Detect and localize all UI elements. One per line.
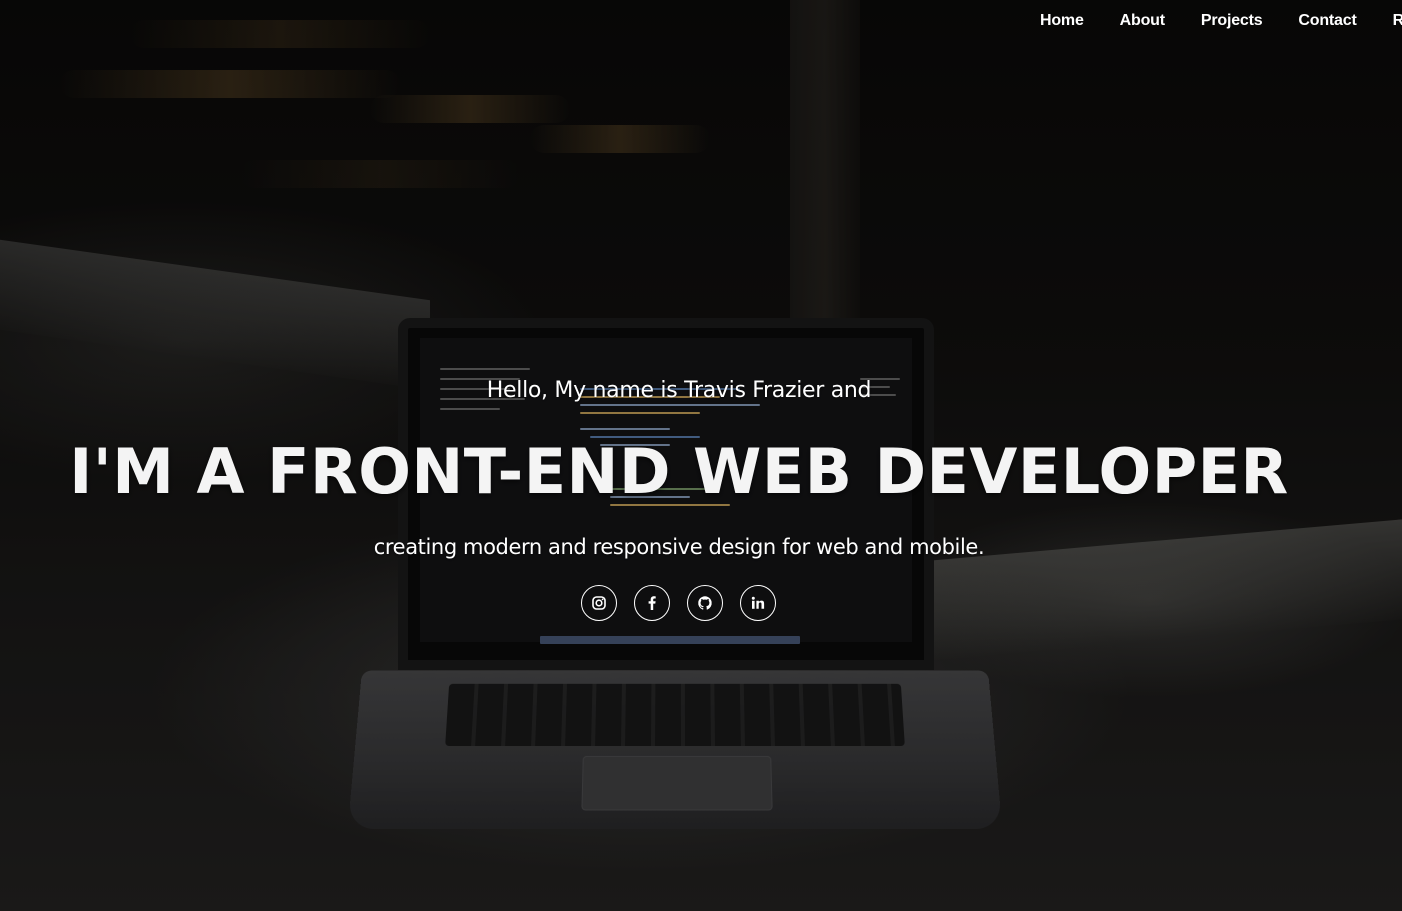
hero-section: Home About Projects Contact Re Hello, My… [0, 0, 1402, 911]
nav-home[interactable]: Home [1040, 12, 1084, 30]
hero-headline: I'M A FRONT-END WEB DEVELOPER [69, 435, 1289, 508]
github-link[interactable] [687, 585, 723, 621]
nav-about[interactable]: About [1120, 12, 1165, 30]
hero-greeting: Hello, My name is Travis Frazier and [486, 378, 872, 403]
github-icon [698, 596, 712, 610]
nav-contact[interactable]: Contact [1298, 12, 1356, 30]
facebook-link[interactable] [634, 585, 670, 621]
linkedin-link[interactable] [740, 585, 776, 621]
top-nav: Home About Projects Contact Re [1040, 12, 1402, 30]
facebook-icon [648, 596, 656, 610]
linkedin-icon [751, 596, 765, 609]
instagram-icon [592, 596, 606, 610]
social-links [581, 585, 776, 621]
hero-tagline: creating modern and responsive design fo… [373, 535, 985, 559]
instagram-link[interactable] [581, 585, 617, 621]
nav-projects[interactable]: Projects [1201, 12, 1263, 30]
nav-resume[interactable]: Re [1393, 12, 1402, 30]
